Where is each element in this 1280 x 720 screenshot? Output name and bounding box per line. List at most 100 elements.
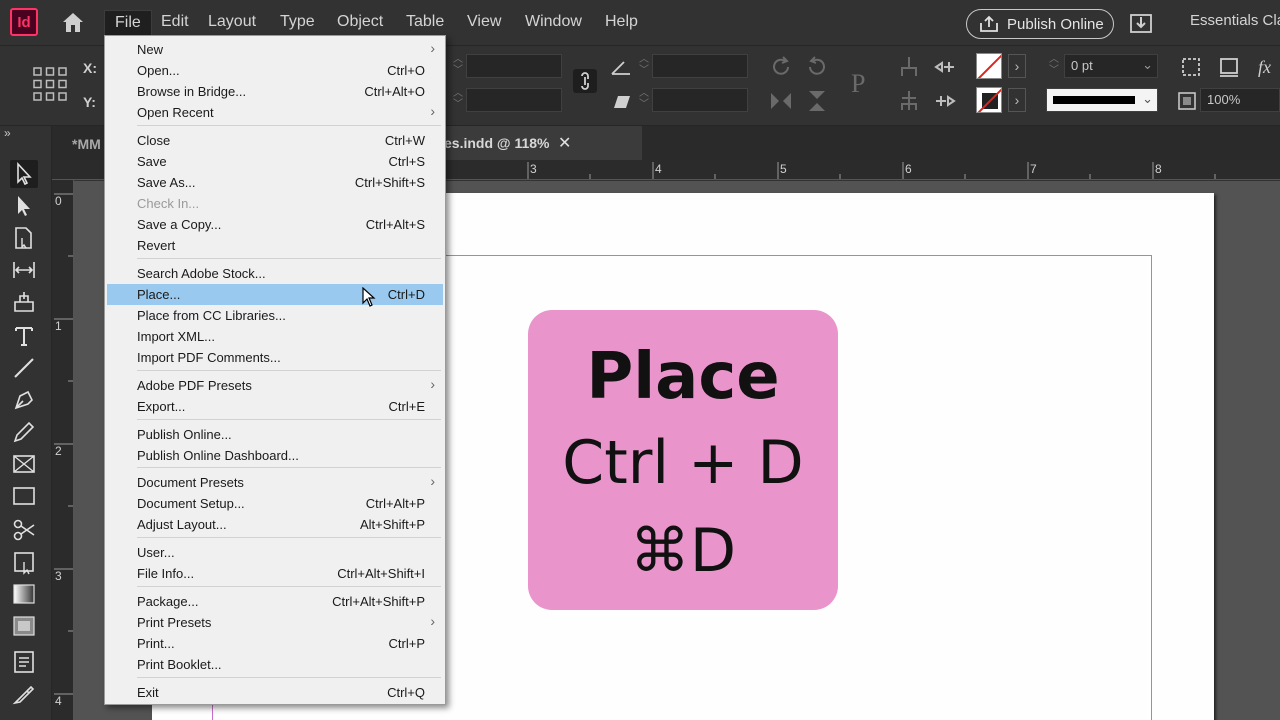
- menu-item-search-adobe-stock[interactable]: Search Adobe Stock...: [107, 263, 443, 284]
- height-spinner-icon[interactable]: ︿ ﹀: [452, 88, 464, 112]
- frame-icon[interactable]: [1216, 54, 1242, 80]
- menu-item-publish-online-dashboard[interactable]: Publish Online Dashboard...: [107, 445, 443, 466]
- close-tab-icon[interactable]: ✕: [558, 133, 571, 153]
- menu-item-save-as[interactable]: Save As... Ctrl+Shift+S: [107, 172, 443, 193]
- share-icon[interactable]: [1128, 11, 1154, 35]
- note-tool-icon[interactable]: [10, 648, 38, 676]
- ruler-number: 8: [1155, 162, 1162, 176]
- menu-help[interactable]: Help: [595, 10, 648, 36]
- menu-item-place[interactable]: Place... Ctrl+D: [107, 284, 443, 305]
- submenu-arrow-icon: ›: [430, 613, 435, 629]
- width-spinner-icon[interactable]: ︿ ﹀: [452, 54, 464, 78]
- publish-online-button[interactable]: Publish Online: [966, 9, 1114, 39]
- menu-item-close[interactable]: Close Ctrl+W: [107, 130, 443, 151]
- menu-item-revert[interactable]: Revert: [107, 235, 443, 256]
- stroke-dropdown-button[interactable]: ›: [1008, 88, 1026, 112]
- fit-frame-icon[interactable]: [1178, 54, 1204, 80]
- menu-item-label: Check In...: [137, 196, 200, 211]
- menu-item-file-info[interactable]: File Info... Ctrl+Alt+Shift+I: [107, 563, 443, 584]
- select-previous-icon[interactable]: [932, 54, 958, 80]
- menu-layout[interactable]: Layout: [198, 10, 266, 36]
- selection-tool-icon[interactable]: [10, 160, 38, 188]
- pencil-tool-icon[interactable]: [10, 418, 38, 446]
- rotation-field[interactable]: [652, 54, 748, 78]
- menu-table[interactable]: Table: [396, 10, 454, 36]
- shortcut-card[interactable]: Place Ctrl + D ⌘D: [528, 310, 838, 610]
- gradient-swatch-tool-icon[interactable]: [10, 580, 38, 608]
- menu-item-publish-online[interactable]: Publish Online...: [107, 424, 443, 445]
- opacity-field[interactable]: 100%: [1200, 88, 1280, 112]
- menu-object[interactable]: Object: [327, 10, 393, 36]
- menu-item-save-a-copy[interactable]: Save a Copy... Ctrl+Alt+S: [107, 214, 443, 235]
- type-tool-icon[interactable]: [10, 322, 38, 350]
- line-tool-icon[interactable]: [10, 354, 38, 382]
- gap-tool-icon[interactable]: [10, 256, 38, 284]
- workspace-switcher[interactable]: Essentials Cla: [1190, 12, 1280, 29]
- rectangle-frame-tool-icon[interactable]: [10, 450, 38, 478]
- shear-field[interactable]: [652, 88, 748, 112]
- reference-point-icon[interactable]: [32, 66, 68, 102]
- menu-item-save[interactable]: Save Ctrl+S: [107, 151, 443, 172]
- menu-view[interactable]: View: [457, 10, 511, 36]
- rectangle-tool-icon[interactable]: [10, 482, 38, 510]
- shear-spinner-icon[interactable]: ︿ ﹀: [638, 88, 650, 112]
- page-tool-icon[interactable]: [10, 224, 38, 252]
- rotate-angle-icon[interactable]: [608, 54, 634, 80]
- menu-item-open-recent[interactable]: Open Recent ›: [107, 102, 443, 123]
- menu-item-print[interactable]: Print... Ctrl+P: [107, 633, 443, 654]
- menu-window[interactable]: Window: [515, 10, 592, 36]
- constrain-proportions-icon[interactable]: [572, 68, 598, 94]
- menu-item-print-booklet[interactable]: Print Booklet...: [107, 654, 443, 675]
- menu-item-adjust-layout[interactable]: Adjust Layout... Alt+Shift+P: [107, 514, 443, 535]
- stroke-weight-spinner-icon[interactable]: ︿ ﹀: [1048, 54, 1060, 78]
- rotate-counterclockwise-icon[interactable]: [804, 54, 830, 80]
- fill-dropdown-button[interactable]: ›: [1008, 54, 1026, 78]
- height-field[interactable]: [466, 88, 562, 112]
- gradient-feather-tool-icon[interactable]: [10, 612, 38, 640]
- menu-item-import-pdf-comments[interactable]: Import PDF Comments...: [107, 347, 443, 368]
- menu-file[interactable]: File: [104, 10, 152, 38]
- menu-edit[interactable]: Edit: [151, 10, 199, 36]
- width-field[interactable]: [466, 54, 562, 78]
- pen-tool-icon[interactable]: [10, 386, 38, 414]
- direct-selection-tool-icon[interactable]: [10, 192, 38, 220]
- chevron-down-icon[interactable]: ⌄: [1142, 57, 1153, 73]
- shear-angle-icon[interactable]: [608, 88, 634, 114]
- menu-item-export[interactable]: Export... Ctrl+E: [107, 396, 443, 417]
- menu-type[interactable]: Type: [270, 10, 325, 36]
- menu-item-adobe-pdf-presets[interactable]: Adobe PDF Presets ›: [107, 375, 443, 396]
- eyedropper-tool-icon[interactable]: [10, 680, 38, 708]
- effects-fx-icon[interactable]: fx: [1254, 54, 1280, 80]
- menu-item-print-presets[interactable]: Print Presets ›: [107, 612, 443, 633]
- menu-item-open[interactable]: Open... Ctrl+O: [107, 60, 443, 81]
- select-container-icon[interactable]: [896, 54, 922, 80]
- free-transform-tool-icon[interactable]: [10, 548, 38, 576]
- stroke-weight-field[interactable]: 0 pt ⌄: [1064, 54, 1158, 78]
- rotate-clockwise-icon[interactable]: [768, 54, 794, 80]
- stroke-swatch[interactable]: [976, 87, 1002, 113]
- vertical-ruler[interactable]: 0 1 2 3 4: [52, 180, 74, 720]
- menu-item-document-presets[interactable]: Document Presets ›: [107, 472, 443, 493]
- menu-item-exit[interactable]: Exit Ctrl+Q: [107, 682, 443, 703]
- chevron-down-icon[interactable]: ⌄: [1142, 91, 1153, 107]
- select-next-icon[interactable]: [932, 88, 958, 114]
- collapse-panel-icon[interactable]: »: [4, 126, 11, 140]
- menu-item-new[interactable]: New ›: [107, 39, 443, 60]
- menu-item-package[interactable]: Package... Ctrl+Alt+Shift+P: [107, 591, 443, 612]
- menu-item-import-xml[interactable]: Import XML...: [107, 326, 443, 347]
- fill-swatch[interactable]: [976, 53, 1002, 79]
- flip-vertical-icon[interactable]: [804, 88, 830, 114]
- menu-item-place-from-cc-libraries[interactable]: Place from CC Libraries...: [107, 305, 443, 326]
- stroke-type-select[interactable]: ⌄: [1046, 88, 1158, 112]
- rotate-spinner-icon[interactable]: ︿ ﹀: [638, 54, 650, 78]
- menu-item-shortcut: Ctrl+S: [388, 154, 425, 169]
- select-content-icon[interactable]: [896, 88, 922, 114]
- menu-item-document-setup[interactable]: Document Setup... Ctrl+Alt+P: [107, 493, 443, 514]
- content-collector-tool-icon[interactable]: [10, 288, 38, 316]
- flip-horizontal-icon[interactable]: [768, 88, 794, 114]
- home-icon[interactable]: [60, 10, 86, 34]
- menu-item-browse-in-bridge[interactable]: Browse in Bridge... Ctrl+Alt+O: [107, 81, 443, 102]
- menu-item-user[interactable]: User...: [107, 542, 443, 563]
- scissors-tool-icon[interactable]: [10, 516, 38, 544]
- stroke-weight-value: 0 pt: [1071, 58, 1093, 73]
